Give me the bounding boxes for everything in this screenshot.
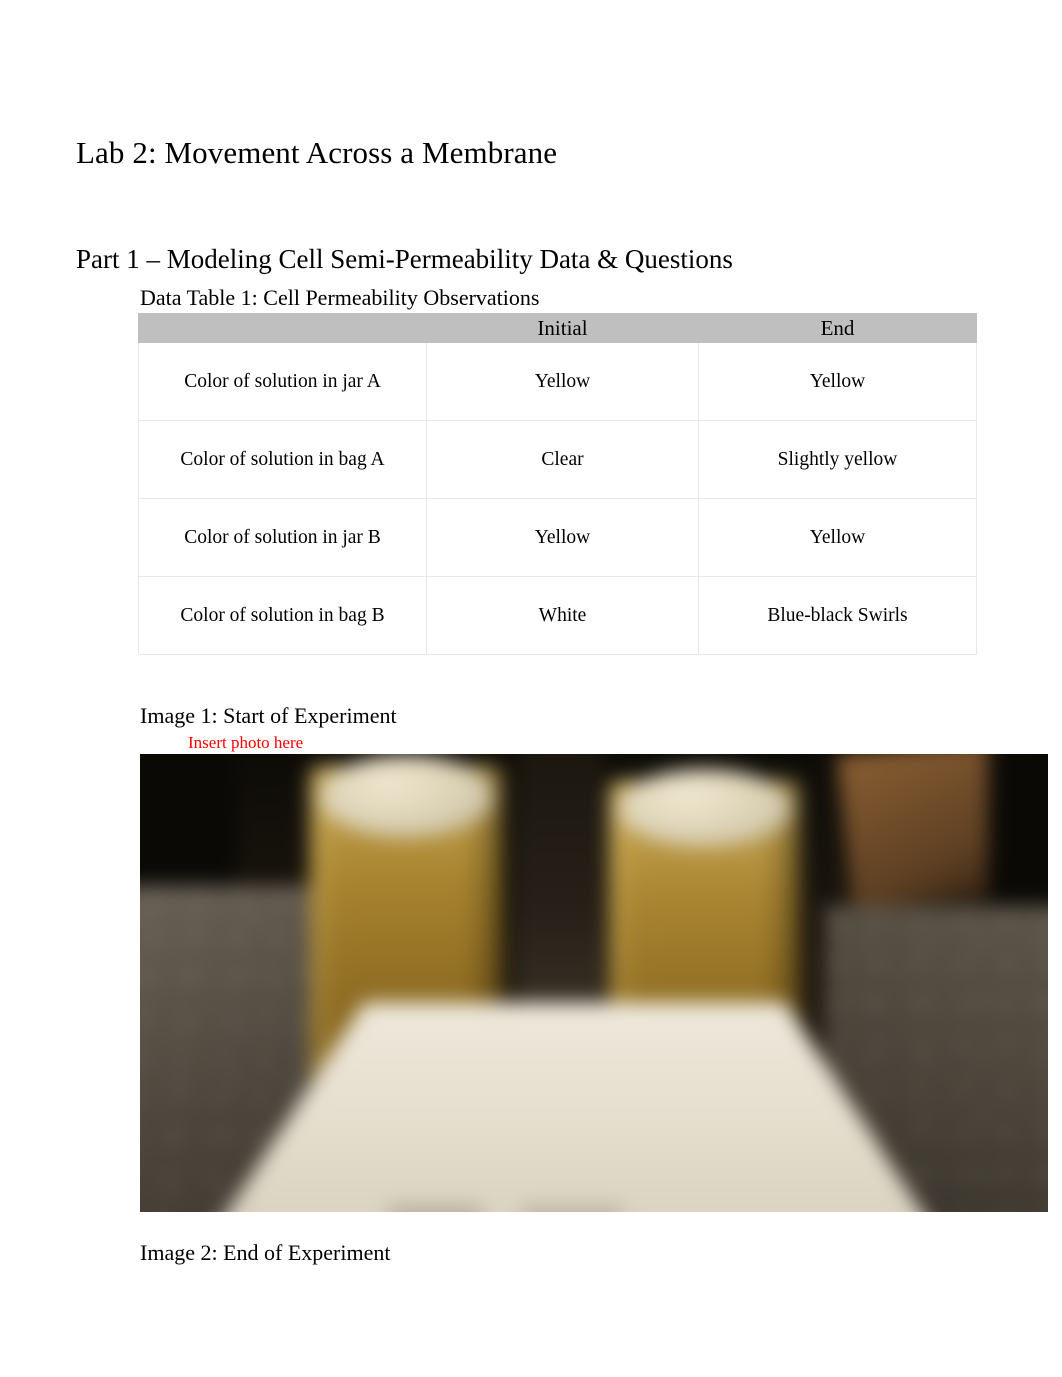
row-label-jar-b: Color of solution in jar B: [138, 498, 427, 577]
row-label-bag-a: Color of solution in bag A: [138, 420, 427, 499]
cell-initial-jar-a[interactable]: Yellow: [426, 342, 699, 421]
cell-initial-jar-b[interactable]: Yellow: [426, 498, 699, 577]
cell-initial-bag-a[interactable]: Clear: [426, 420, 699, 499]
cell-end-bag-b[interactable]: Blue-black Swirls: [698, 576, 977, 655]
photo-jar-a-lid: [319, 754, 493, 838]
column-header-blank: [138, 313, 427, 343]
experiment-photo-start: [140, 754, 1048, 1212]
image-1-caption: Image 1: Start of Experiment: [140, 703, 397, 728]
cell-end-jar-a[interactable]: Yellow: [698, 342, 977, 421]
row-label-bag-b: Color of solution in bag B: [138, 576, 427, 655]
row-label-jar-a: Color of solution in jar A: [138, 342, 427, 421]
photo-jar-b-lid: [618, 769, 792, 848]
table-header-row: Initial End: [138, 313, 977, 343]
cell-end-bag-a[interactable]: Slightly yellow: [698, 420, 977, 499]
section-heading-part-1: Part 1 – Modeling Cell Semi-Permeability…: [76, 244, 733, 275]
insert-photo-here-note: Insert photo here: [188, 733, 304, 752]
table-row: Color of solution in jar A Yellow Yellow: [138, 342, 977, 421]
table-row: Color of solution in bag A Clear Slightl…: [138, 420, 977, 499]
photo-content: [140, 754, 1048, 1212]
cell-initial-bag-b[interactable]: White: [426, 576, 699, 655]
image-2-caption: Image 2: End of Experiment: [140, 1240, 391, 1265]
photo-gap-between-jars: [517, 754, 604, 1022]
photo-paper-handwriting: [364, 1204, 755, 1212]
table-header: Initial End: [138, 313, 977, 343]
table-row: Color of solution in jar B Yellow Yellow: [138, 498, 977, 577]
column-header-end: End: [698, 313, 977, 343]
table-row: Color of solution in bag B White Blue-bl…: [138, 576, 977, 655]
document-page: Lab 2: Movement Across a Membrane Part 1…: [0, 0, 1062, 1377]
data-table-container: Initial End Color of solution in jar A Y…: [138, 313, 977, 655]
data-table-cell-permeability: Initial End Color of solution in jar A Y…: [138, 313, 977, 655]
cell-end-jar-b[interactable]: Yellow: [698, 498, 977, 577]
table-body: Color of solution in jar A Yellow Yellow…: [138, 342, 977, 655]
column-header-initial: Initial: [426, 313, 699, 343]
data-table-caption: Data Table 1: Cell Permeability Observat…: [140, 285, 540, 310]
page-title: Lab 2: Movement Across a Membrane: [76, 134, 558, 170]
